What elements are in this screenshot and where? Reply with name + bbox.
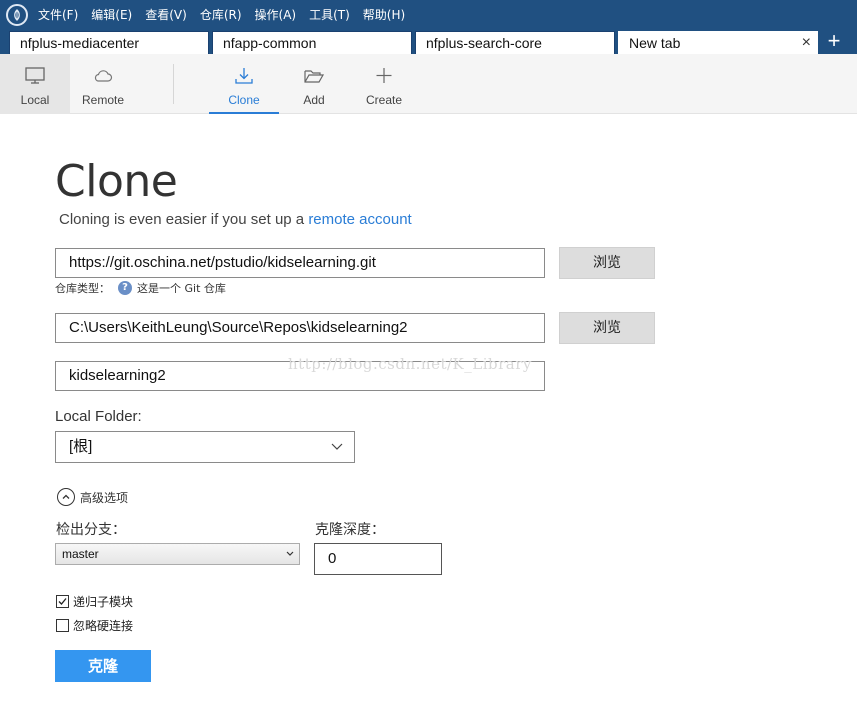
- subtitle-text: Cloning is even easier if you set up a: [59, 211, 309, 228]
- menu-repository[interactable]: 仓库(R): [200, 6, 242, 23]
- page-title: Clone: [55, 156, 178, 207]
- add-tab-button[interactable]: +: [822, 30, 846, 54]
- repo-type-label: 仓库类型：: [55, 282, 110, 295]
- local-label: Local: [20, 93, 50, 107]
- download-icon: [209, 66, 279, 86]
- browse-destination-button[interactable]: 浏览: [559, 312, 655, 344]
- add-label: Add: [303, 93, 325, 107]
- tab-label: nfapp-common: [223, 35, 317, 51]
- local-folder-value: [根]: [69, 438, 93, 455]
- watermark-text: http://blog.csdn.net/K_Library: [288, 355, 532, 373]
- menu-edit[interactable]: 编辑(E): [91, 6, 132, 23]
- toolbar: Local Remote Clone Add Create: [0, 54, 857, 114]
- tab-label: nfplus-mediacenter: [20, 35, 140, 51]
- advanced-options-label: 高级选项: [80, 490, 129, 505]
- ignore-hardlinks-option[interactable]: 忽略硬连接: [56, 617, 133, 634]
- repo-type-value: 这是一个 Git 仓库: [137, 282, 226, 295]
- close-icon[interactable]: ×: [802, 32, 811, 54]
- monitor-icon: [0, 66, 70, 86]
- recurse-submodules-label: 递归子模块: [73, 595, 134, 609]
- local-button[interactable]: Local: [0, 54, 70, 114]
- browse-source-button[interactable]: 浏览: [559, 247, 655, 279]
- create-label: Create: [365, 93, 403, 107]
- menu-tools[interactable]: 工具(T): [309, 6, 350, 23]
- local-folder-select[interactable]: [根]: [55, 431, 355, 463]
- ignore-hardlinks-label: 忽略硬连接: [73, 619, 134, 633]
- menu-help[interactable]: 帮助(H): [363, 6, 405, 23]
- ignore-hardlinks-checkbox[interactable]: [56, 619, 69, 632]
- menu-file[interactable]: 文件(F): [38, 6, 78, 23]
- tab-label: New tab: [629, 35, 681, 51]
- source-url-input[interactable]: https://git.oschina.net/pstudio/kidselea…: [55, 248, 545, 278]
- chevron-up-icon: [57, 488, 75, 506]
- menu-view[interactable]: 查看(V): [145, 6, 187, 23]
- destination-path-input[interactable]: C:\Users\KeithLeung\Source\Repos\kidsele…: [55, 313, 545, 343]
- cloud-icon: [68, 66, 138, 86]
- clone-tab-button[interactable]: Clone: [209, 54, 279, 114]
- toolbar-divider: [173, 64, 174, 104]
- remote-button[interactable]: Remote: [68, 54, 138, 114]
- remote-label: Remote: [81, 93, 125, 107]
- checkout-branch-label: 检出分支：: [56, 522, 126, 538]
- create-repo-button[interactable]: Create: [349, 54, 419, 114]
- folder-open-icon: [279, 66, 349, 86]
- recurse-submodules-option[interactable]: 递归子模块: [56, 593, 133, 610]
- advanced-options-toggle[interactable]: 高级选项: [57, 488, 128, 506]
- clone-button[interactable]: 克隆: [55, 650, 151, 682]
- tab-nfplus-search-core[interactable]: nfplus-search-core: [415, 31, 615, 54]
- app-logo-icon[interactable]: [6, 3, 28, 26]
- recurse-submodules-checkbox[interactable]: [56, 595, 69, 608]
- page-subtitle: Cloning is even easier if you set up a r…: [59, 211, 412, 228]
- menu-bar: 文件(F) 编辑(E) 查看(V) 仓库(R) 操作(A) 工具(T) 帮助(H…: [0, 0, 857, 29]
- menu-actions[interactable]: 操作(A): [255, 6, 297, 23]
- tab-nfplus-mediacenter[interactable]: nfplus-mediacenter: [9, 31, 209, 54]
- help-icon: ?: [118, 281, 132, 295]
- tab-new-tab[interactable]: New tab ×: [618, 31, 818, 54]
- tab-strip: nfplus-mediacenter nfapp-common nfplus-s…: [0, 29, 857, 54]
- local-folder-label: Local Folder:: [55, 408, 142, 425]
- chevron-down-icon: [330, 432, 344, 473]
- repo-type-info: 仓库类型： ? 这是一个 Git 仓库: [55, 280, 226, 296]
- chevron-down-icon: [286, 544, 294, 571]
- remote-account-link[interactable]: remote account: [308, 211, 411, 228]
- add-repo-button[interactable]: Add: [279, 54, 349, 114]
- tab-nfapp-common[interactable]: nfapp-common: [212, 31, 412, 54]
- branch-value: master: [62, 547, 99, 561]
- branch-select[interactable]: master: [55, 543, 300, 565]
- clone-tab-label: Clone: [228, 93, 260, 107]
- tab-label: nfplus-search-core: [426, 35, 542, 51]
- plus-icon: [349, 66, 419, 86]
- clone-depth-label: 克隆深度：: [315, 522, 385, 538]
- clone-depth-input[interactable]: 0: [314, 543, 442, 575]
